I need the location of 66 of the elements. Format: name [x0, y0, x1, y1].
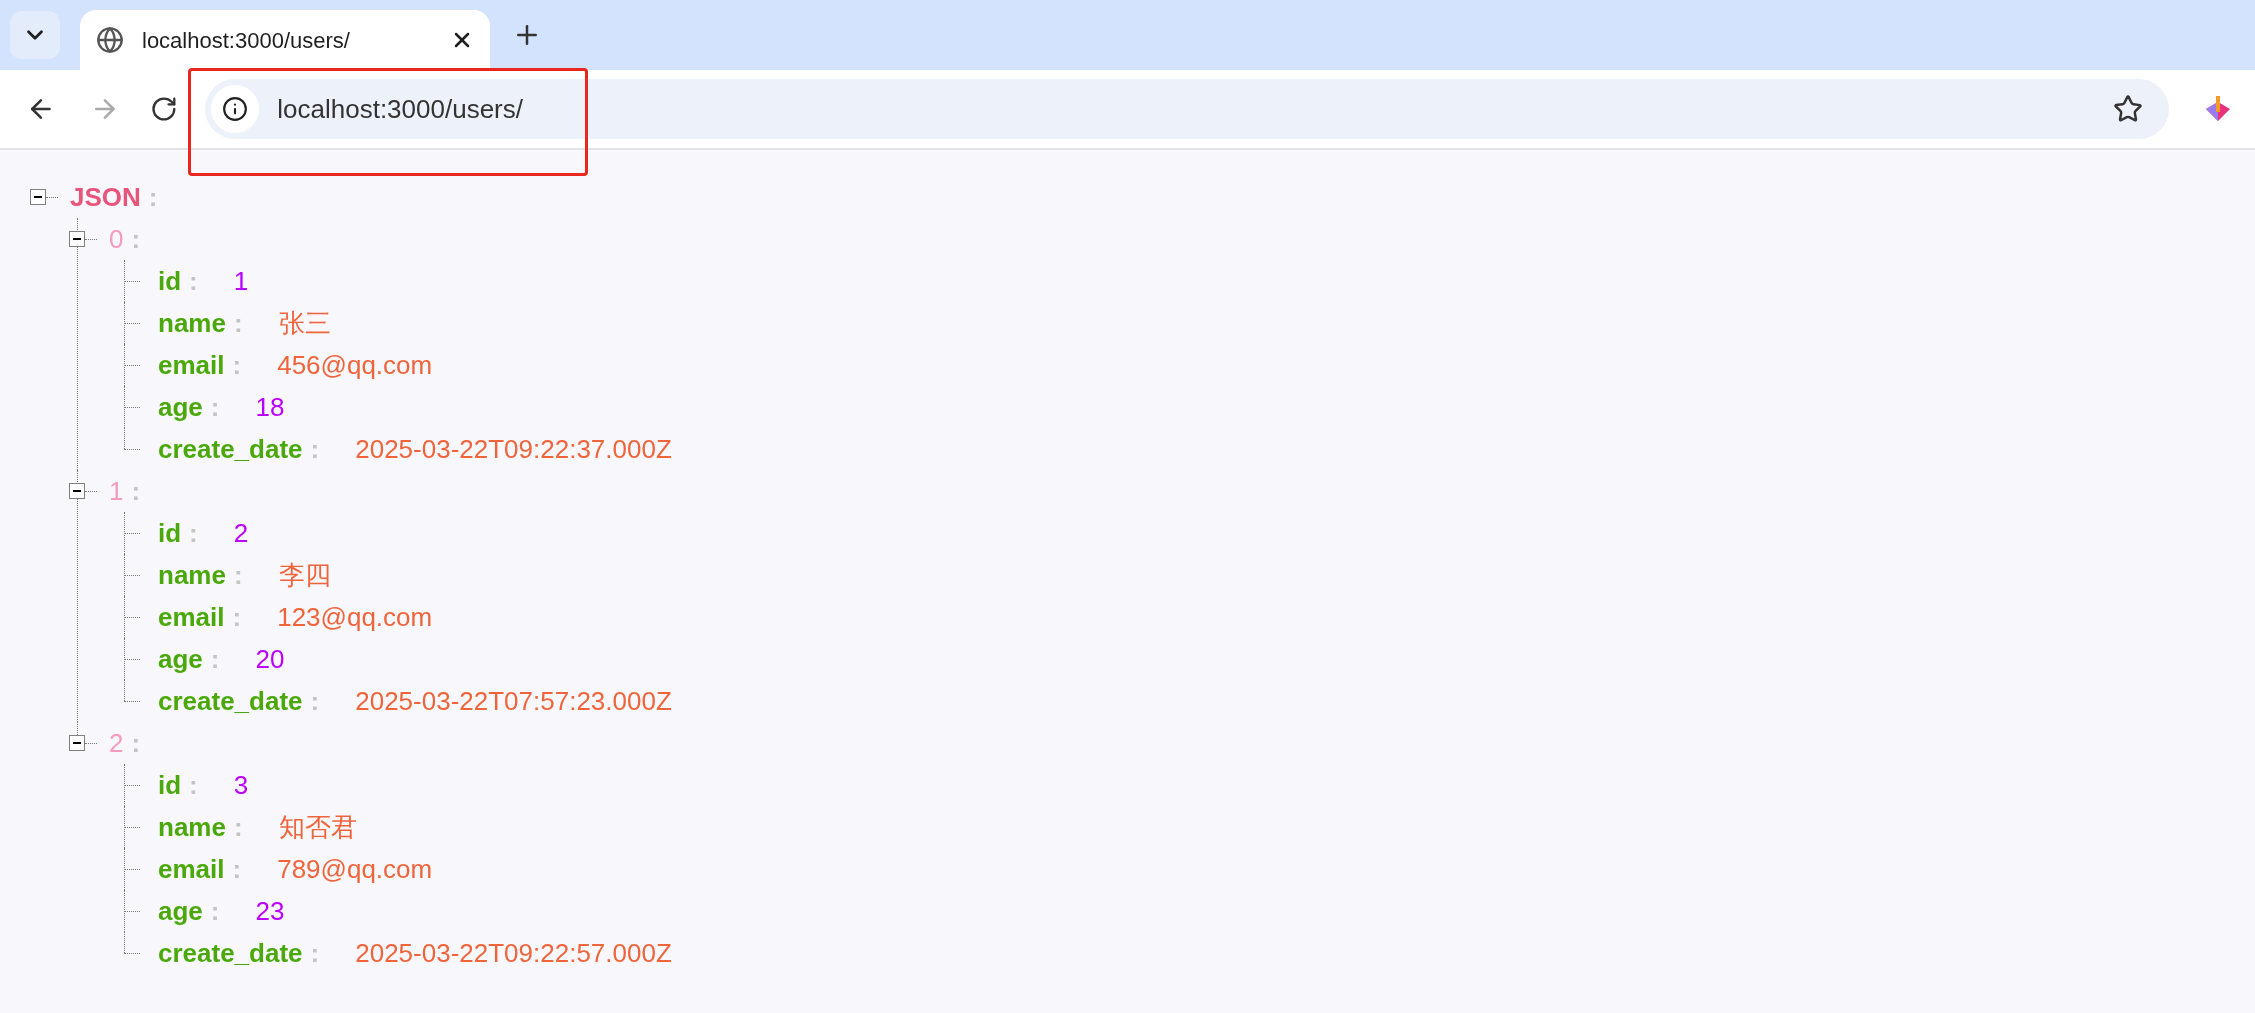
- colon: :: [210, 642, 220, 676]
- root-key: JSON: [70, 177, 141, 217]
- string-value: 789@qq.com: [277, 852, 433, 886]
- colon: :: [210, 894, 220, 928]
- colon: :: [233, 306, 243, 340]
- index-key: 1: [109, 471, 124, 511]
- number-value: 23: [255, 894, 285, 928]
- tab-title: localhost:3000/users/: [142, 26, 351, 55]
- string-value: 李四: [278, 558, 331, 592]
- colon: :: [233, 558, 243, 592]
- colon: :: [310, 684, 320, 718]
- colon: :: [148, 180, 158, 214]
- field-key: email: [158, 597, 225, 637]
- field-key: name: [158, 807, 226, 847]
- field-key: age: [158, 387, 203, 427]
- tab-search-button[interactable]: [10, 11, 60, 59]
- field-key: name: [158, 303, 226, 343]
- field-key: id: [158, 513, 182, 553]
- field-key: create_date: [158, 429, 303, 469]
- globe-icon: [96, 26, 124, 54]
- colon: :: [131, 474, 141, 508]
- number-value: 18: [255, 390, 285, 424]
- colon: :: [232, 348, 242, 382]
- number-value: 20: [255, 642, 285, 676]
- colon: :: [232, 600, 242, 634]
- field-key: id: [158, 261, 182, 301]
- string-value: 张三: [278, 306, 331, 340]
- star-icon[interactable]: [2113, 94, 2143, 124]
- colon: :: [233, 810, 243, 844]
- colon: :: [189, 264, 198, 298]
- string-value: 2025-03-22T09:22:57.000Z: [355, 936, 672, 970]
- field-key: email: [158, 345, 225, 385]
- field-key: age: [158, 639, 203, 679]
- colon: :: [131, 222, 141, 256]
- browser-tab[interactable]: localhost:3000/users/: [80, 10, 490, 70]
- index-key: 2: [109, 723, 124, 763]
- colon: :: [131, 726, 141, 760]
- number-value: 2: [233, 516, 249, 550]
- reload-icon[interactable]: [149, 95, 178, 123]
- collapse-toggle[interactable]: [30, 189, 46, 205]
- field-key: create_date: [158, 933, 303, 973]
- colon: :: [189, 516, 198, 550]
- collapse-toggle[interactable]: [69, 735, 85, 751]
- colon: :: [310, 936, 320, 970]
- colon: :: [210, 390, 220, 424]
- info-icon[interactable]: [222, 96, 249, 122]
- string-value: 知否君: [278, 810, 357, 844]
- collapse-toggle[interactable]: [69, 231, 85, 247]
- number-value: 3: [233, 768, 249, 802]
- colon: :: [232, 852, 242, 886]
- field-key: id: [158, 765, 182, 805]
- collapse-toggle[interactable]: [69, 483, 85, 499]
- index-key: 0: [109, 219, 124, 259]
- number-value: 1: [233, 264, 249, 298]
- string-value: 123@qq.com: [277, 600, 433, 634]
- string-value: 2025-03-22T09:22:37.000Z: [355, 432, 672, 466]
- string-value: 456@qq.com: [277, 348, 433, 382]
- url-text: localhost:3000/users/: [277, 92, 524, 126]
- field-key: email: [158, 849, 225, 889]
- field-key: name: [158, 555, 226, 595]
- colon: :: [189, 768, 198, 802]
- field-key: create_date: [158, 681, 303, 721]
- field-key: age: [158, 891, 203, 931]
- address-bar[interactable]: localhost:3000/users/: [205, 79, 2169, 139]
- string-value: 2025-03-22T07:57:23.000Z: [355, 684, 672, 718]
- colon: :: [310, 432, 320, 466]
